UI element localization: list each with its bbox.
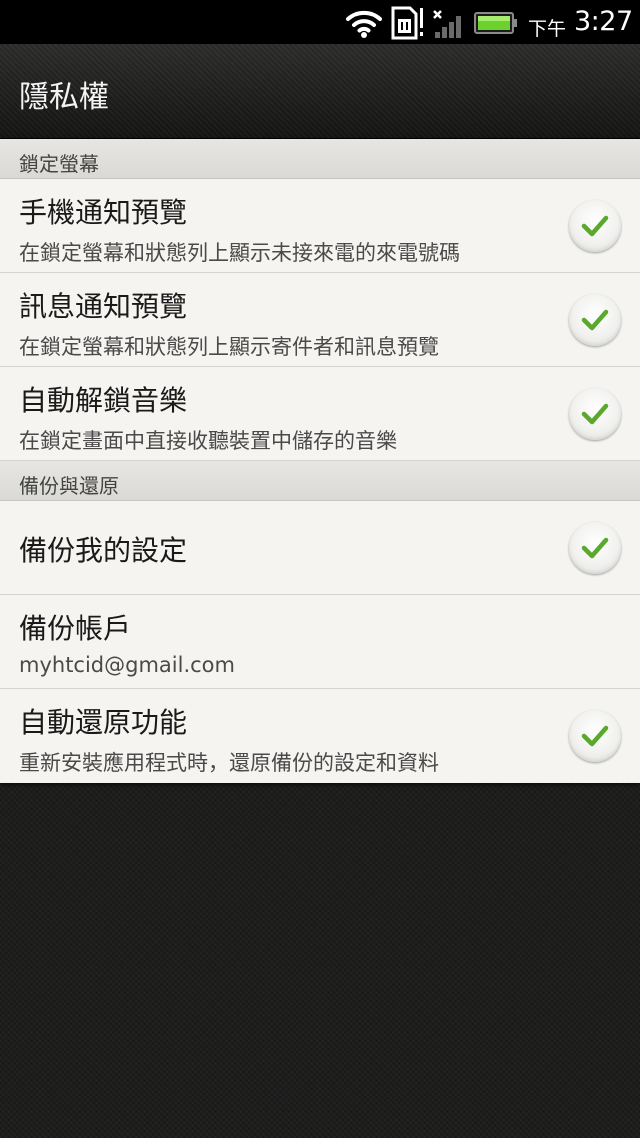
sim-no-service-icon bbox=[391, 6, 423, 40]
setting-title: 自動還原功能 bbox=[19, 706, 188, 739]
message-notification-preview-checkbox[interactable] bbox=[569, 294, 621, 346]
setting-title: 備份我的設定 bbox=[19, 534, 188, 567]
setting-auto-restore[interactable]: 自動還原功能 重新安裝應用程式時，還原備份的設定和資料 bbox=[0, 689, 640, 783]
setting-summary: myhtcid@gmail.com bbox=[19, 653, 235, 677]
setting-backup-account[interactable]: 備份帳戶 myhtcid@gmail.com bbox=[0, 595, 640, 689]
setting-auto-unlock-music[interactable]: 自動解鎖音樂 在鎖定畫面中直接收聽裝置中儲存的音樂 bbox=[0, 367, 640, 461]
checkmark-icon bbox=[581, 309, 609, 331]
setting-summary: 在鎖定螢幕和狀態列上顯示寄件者和訊息預覽 bbox=[19, 335, 439, 359]
status-ampm: 下午 bbox=[528, 18, 567, 40]
section-header-label: 備份與還原 bbox=[19, 474, 119, 498]
section-header-label: 鎖定螢幕 bbox=[19, 152, 99, 176]
auto-restore-checkbox[interactable] bbox=[569, 710, 621, 762]
battery-icon bbox=[474, 12, 517, 34]
status-bar: 下午 3:27 bbox=[0, 0, 640, 44]
checkmark-icon bbox=[581, 725, 609, 747]
setting-phone-notification-preview[interactable]: 手機通知預覽 在鎖定螢幕和狀態列上顯示未接來電的來電號碼 bbox=[0, 179, 640, 273]
setting-message-notification-preview[interactable]: 訊息通知預覽 在鎖定螢幕和狀態列上顯示寄件者和訊息預覽 bbox=[0, 273, 640, 367]
setting-summary: 在鎖定螢幕和狀態列上顯示未接來電的來電號碼 bbox=[19, 241, 460, 265]
phone-notification-preview-checkbox[interactable] bbox=[569, 200, 621, 252]
checkmark-icon bbox=[581, 215, 609, 237]
auto-unlock-music-checkbox[interactable] bbox=[569, 388, 621, 440]
wifi-icon bbox=[346, 10, 382, 38]
setting-summary: 在鎖定畫面中直接收聽裝置中儲存的音樂 bbox=[19, 429, 397, 453]
setting-title: 手機通知預覽 bbox=[19, 196, 188, 229]
setting-title: 備份帳戶 bbox=[19, 612, 132, 645]
setting-title: 訊息通知預覽 bbox=[19, 290, 188, 323]
checkmark-icon bbox=[581, 537, 609, 559]
setting-summary: 重新安裝應用程式時，還原備份的設定和資料 bbox=[19, 751, 439, 775]
status-time: 3:27 bbox=[574, 6, 633, 37]
setting-title: 自動解鎖音樂 bbox=[19, 384, 188, 417]
settings-list: 鎖定螢幕 手機通知預覽 在鎖定螢幕和狀態列上顯示未接來電的來電號碼 訊息通知預覽… bbox=[0, 139, 640, 783]
checkmark-icon bbox=[581, 403, 609, 425]
signal-icon bbox=[433, 10, 461, 38]
backup-my-settings-checkbox[interactable] bbox=[569, 522, 621, 574]
title-bar: 隱私權 bbox=[0, 44, 640, 139]
section-header-lock-screen: 鎖定螢幕 bbox=[0, 139, 640, 179]
section-header-backup-restore: 備份與還原 bbox=[0, 461, 640, 501]
setting-backup-my-settings[interactable]: 備份我的設定 bbox=[0, 501, 640, 595]
page-title: 隱私權 bbox=[19, 80, 109, 115]
